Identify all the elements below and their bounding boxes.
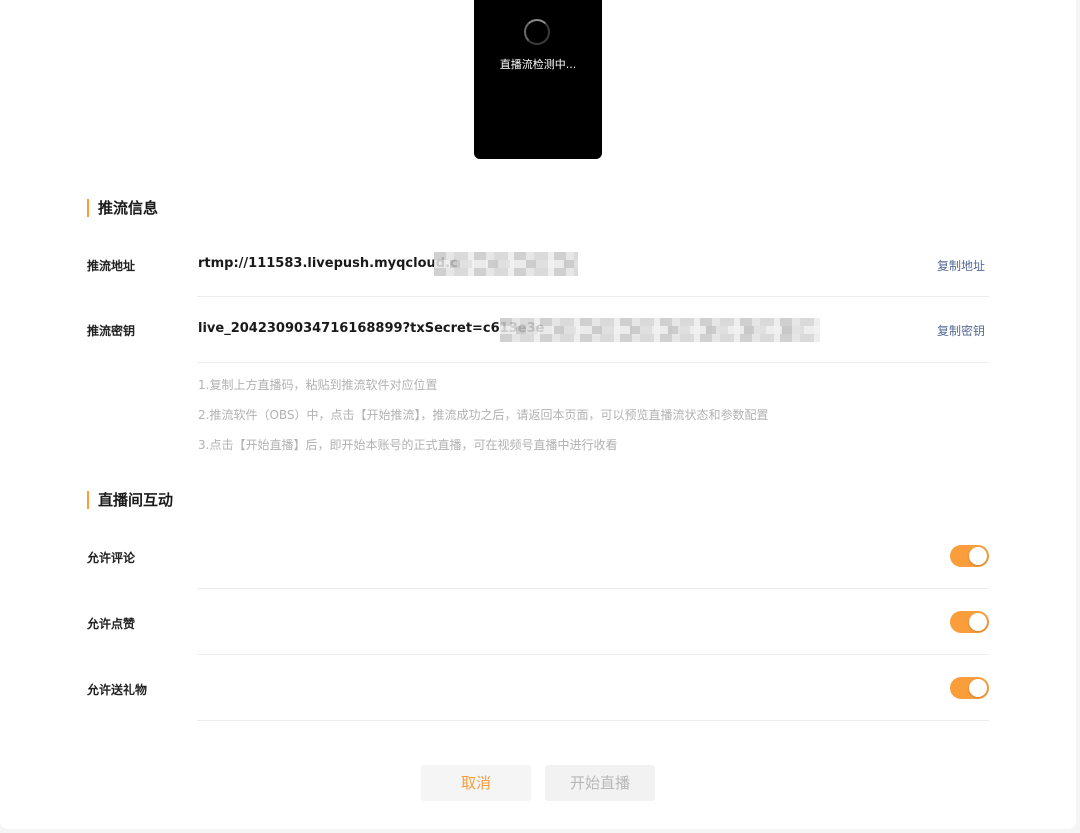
allow-gifts-toggle[interactable] [950,677,989,699]
push-address-value: rtmp://111583.livepush.myqcloud.c [198,256,458,271]
divider [197,654,989,655]
loading-spinner-icon [524,19,550,45]
start-live-button[interactable]: 开始直播 [545,765,655,801]
push-key-value: live_2042309034716168899?txSecret=c613e3… [198,321,545,336]
allow-likes-label: 允许点赞 [87,617,136,631]
push-address-label: 推流地址 [87,259,136,273]
allow-comments-label: 允许评论 [87,551,136,565]
push-key-label: 推流密钥 [87,324,136,338]
live-setup-panel: 直播流检测中... 推流信息 推流地址 rtmp://111583.livepu… [0,0,1076,829]
redaction-blur [500,318,820,342]
hint-line: 2.推流软件（OBS）中，点击【开始推流】，推流成功之后，请返回本页面，可以预览… [198,408,769,422]
allow-likes-toggle[interactable] [950,611,989,633]
interaction-title: 直播间互动 [87,491,173,509]
push-info-title: 推流信息 [87,199,158,217]
copy-key-link[interactable]: 复制密钥 [937,322,985,339]
hint-line: 1.复制上方直播码，粘贴到推流软件对应位置 [198,378,438,392]
toggle-knob [969,547,987,565]
stream-preview: 直播流检测中... [474,0,602,159]
cancel-button[interactable]: 取消 [421,765,531,801]
hint-line: 3.点击【开始直播】后，即开始本账号的正式直播，可在视频号直播中进行收看 [198,438,618,452]
divider [197,362,989,363]
toggle-knob [969,613,987,631]
divider [197,296,989,297]
toggle-knob [969,679,987,697]
allow-gifts-label: 允许送礼物 [87,683,148,697]
copy-address-link[interactable]: 复制地址 [937,257,985,274]
divider [197,588,989,589]
redaction-blur [434,252,578,276]
divider [197,720,989,721]
allow-comments-toggle[interactable] [950,545,989,567]
preview-status-text: 直播流检测中... [499,58,577,71]
